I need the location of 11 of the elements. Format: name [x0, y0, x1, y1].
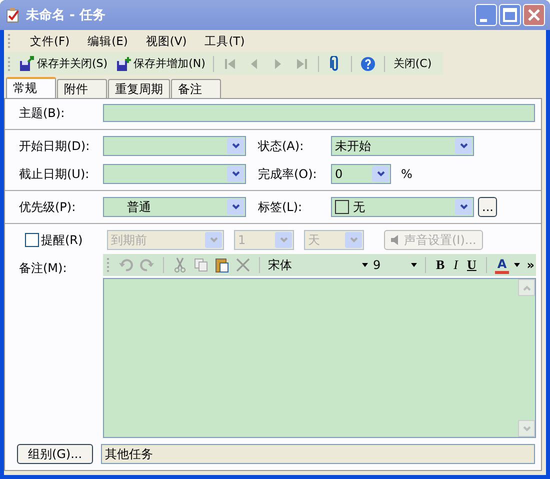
- field-label: 标签(L):: [258, 198, 304, 216]
- window-title: 未命名 - 任务: [26, 7, 106, 24]
- field-label: 开始日期(D):: [19, 138, 91, 154]
- field-label: 备注(M):: [19, 260, 68, 277]
- group-field: 其他任务: [101, 444, 535, 464]
- field-label: 完成率(O):: [258, 166, 318, 182]
- field-label: 状态(A):: [258, 138, 305, 154]
- field-label: 主题(B):: [19, 104, 66, 122]
- percent-sign: %: [401, 167, 412, 181]
- field-label: 截止日期(U):: [19, 166, 90, 182]
- field-label: 优先级(P):: [19, 198, 77, 216]
